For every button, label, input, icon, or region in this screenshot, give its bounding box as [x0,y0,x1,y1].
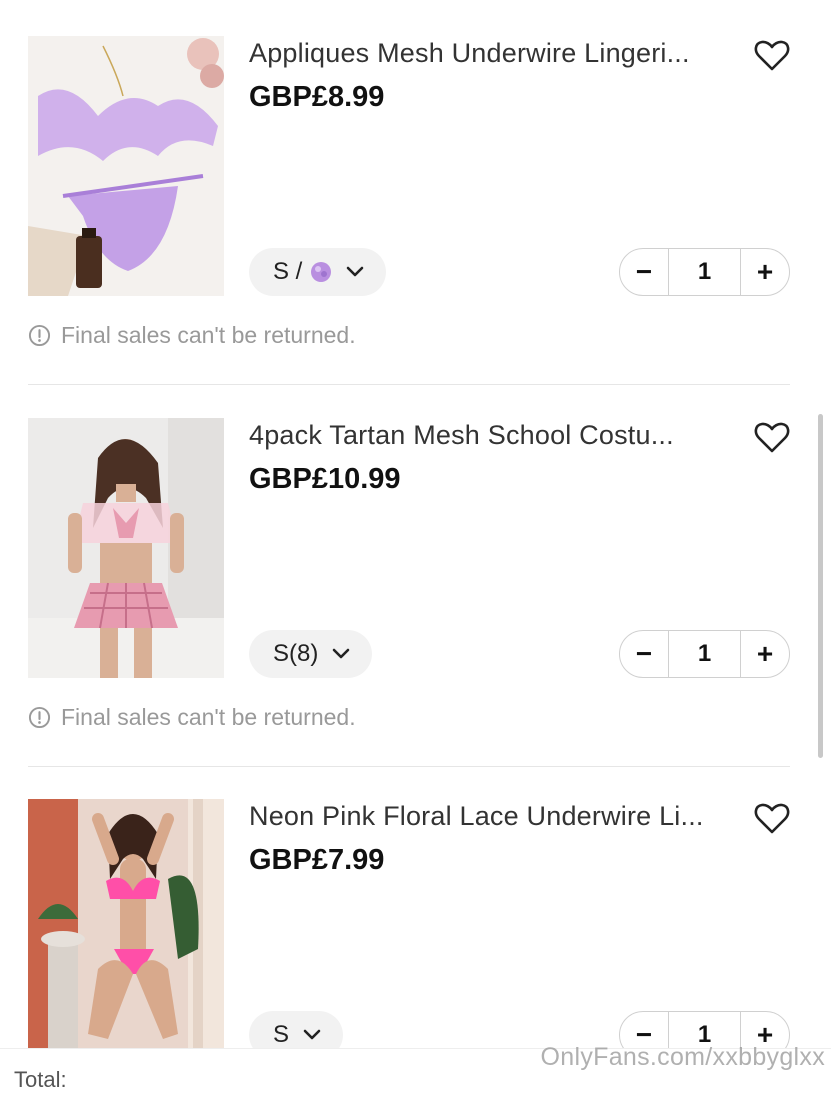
cart-list: Appliques Mesh Underwire Lingeri... GBP£… [0,0,831,1048]
info-icon [28,706,51,729]
size-selector[interactable]: S [249,1011,344,1048]
size-value: S / [273,258,303,285]
product-title[interactable]: Appliques Mesh Underwire Lingeri... [249,38,729,69]
product-price: GBP£7.99 [249,844,385,876]
divider [28,384,790,385]
tartan-costume-image [28,418,224,678]
size-selector[interactable]: S(8) [249,630,373,678]
quantity-value[interactable]: 1 [668,249,741,295]
product-price: GBP£8.99 [249,81,385,113]
final-sale-notice: Final sales can't be returned. [28,322,356,349]
notice-text: Final sales can't be returned. [61,322,356,348]
heart-icon[interactable] [754,801,790,835]
heart-icon[interactable] [754,38,790,72]
size-value: S [273,1021,290,1048]
product-image[interactable] [28,799,224,1048]
watermark-text: OnlyFans.com/xxbbyglxx [540,1043,825,1071]
product-title[interactable]: 4pack Tartan Mesh School Costu... [249,420,729,451]
size-value: S(8) [273,640,319,667]
chevron-down-icon [333,648,350,659]
final-sale-notice: Final sales can't be returned. [28,704,356,731]
quantity-stepper: − 1 + [619,630,790,678]
color-swatch [311,262,332,282]
divider [28,766,790,767]
quantity-stepper: − 1 + [619,248,790,296]
decrease-quantity-button[interactable]: − [620,631,668,677]
decrease-quantity-button[interactable]: − [620,249,668,295]
increase-quantity-button[interactable]: + [741,631,789,677]
lavender-lingerie-image [28,36,224,296]
neon-pink-lingerie-image [28,799,224,1048]
info-icon [28,324,51,347]
total-label: Total: [14,1067,67,1092]
quantity-value[interactable]: 1 [668,631,741,677]
size-selector[interactable]: S / [249,248,387,296]
chevron-down-icon [347,266,364,277]
product-image[interactable] [28,36,224,296]
product-title[interactable]: Neon Pink Floral Lace Underwire Li... [249,801,729,832]
heart-icon[interactable] [754,420,790,454]
product-image[interactable] [28,418,224,678]
product-price: GBP£10.99 [249,463,401,495]
chevron-down-icon [303,1029,321,1040]
scrollbar[interactable] [818,414,823,758]
notice-text: Final sales can't be returned. [61,704,356,730]
increase-quantity-button[interactable]: + [741,249,789,295]
